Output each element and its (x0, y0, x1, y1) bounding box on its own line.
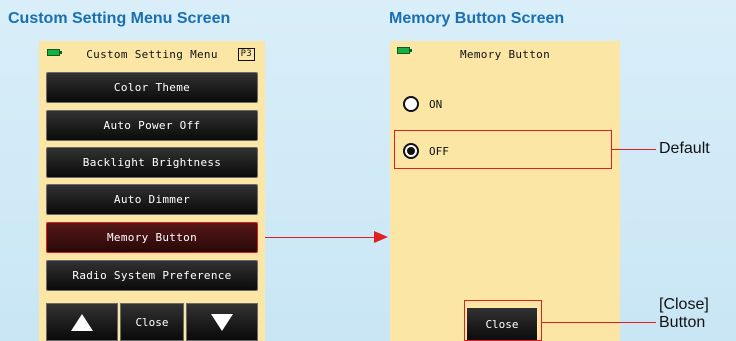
status-bar: Memory Button (390, 41, 620, 67)
page-badge: P3 (237, 48, 255, 61)
default-callout-line (612, 149, 656, 150)
close-callout-line (542, 322, 656, 323)
battery-icon (47, 49, 62, 56)
option-on[interactable]: ON (403, 94, 442, 114)
page-up-button[interactable] (46, 303, 118, 341)
bottom-nav-bar: Close (46, 303, 258, 341)
screen-title: Memory Button (460, 47, 550, 61)
menu-item-auto-dimmer[interactable]: Auto Dimmer (46, 184, 258, 215)
close-callout-line2: Button (659, 314, 706, 331)
custom-setting-menu-screen: Custom Setting Menu P3 Color Theme Auto … (39, 41, 265, 341)
option-on-label: ON (429, 97, 443, 111)
close-callout-line1: [Close] (659, 296, 709, 313)
up-arrow-icon (71, 313, 93, 331)
right-screen-caption: Memory Button Screen (389, 10, 565, 27)
connector-line (265, 237, 375, 238)
default-callout: Default (659, 140, 710, 157)
status-bar: Custom Setting Menu P3 (39, 41, 265, 67)
menu-item-color-theme[interactable]: Color Theme (46, 72, 258, 103)
menu-item-radio-system-preference[interactable]: Radio System Preference (46, 260, 258, 291)
close-button-highlight (464, 300, 542, 341)
default-option-highlight (394, 130, 612, 169)
close-button[interactable]: Close (120, 303, 184, 341)
page-down-button[interactable] (186, 303, 258, 341)
radio-unselected-icon (403, 96, 419, 112)
down-arrow-icon (211, 313, 233, 331)
battery-icon (397, 47, 412, 54)
memory-button-screen: Memory Button ON OFF Close (390, 41, 620, 341)
screen-title: Custom Setting Menu (86, 47, 218, 61)
connector-arrowhead-icon (374, 231, 388, 243)
menu-item-backlight-brightness[interactable]: Backlight Brightness (46, 147, 258, 178)
left-screen-caption: Custom Setting Menu Screen (8, 10, 231, 27)
menu-item-memory-button[interactable]: Memory Button (46, 222, 258, 253)
menu-item-auto-power-off[interactable]: Auto Power Off (46, 110, 258, 141)
